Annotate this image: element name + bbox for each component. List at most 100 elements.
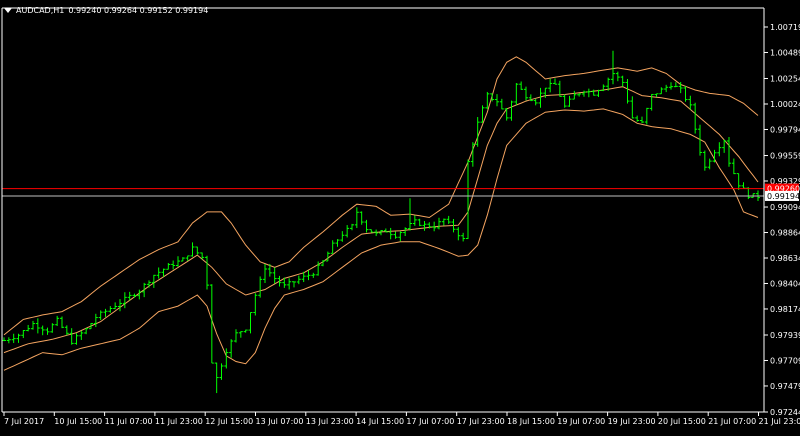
- candle[interactable]: [355, 207, 359, 228]
- candle[interactable]: [466, 159, 470, 239]
- candle[interactable]: [655, 94, 659, 97]
- candle[interactable]: [394, 232, 398, 239]
- candle[interactable]: [229, 339, 233, 358]
- candle[interactable]: [626, 79, 630, 103]
- candle[interactable]: [476, 117, 480, 147]
- candle[interactable]: [418, 219, 422, 226]
- candle[interactable]: [514, 83, 518, 105]
- candle[interactable]: [703, 151, 707, 171]
- candle[interactable]: [659, 87, 663, 94]
- candle[interactable]: [369, 229, 373, 232]
- candle[interactable]: [224, 348, 228, 368]
- candle[interactable]: [742, 182, 746, 188]
- candle[interactable]: [191, 242, 195, 256]
- chart-area[interactable]: 1.007191.004891.002541.000240.997940.995…: [0, 0, 800, 432]
- candle[interactable]: [534, 99, 538, 105]
- candle[interactable]: [41, 326, 45, 336]
- candle[interactable]: [36, 318, 40, 333]
- candle[interactable]: [461, 233, 465, 242]
- candle[interactable]: [635, 116, 639, 122]
- candle[interactable]: [495, 94, 499, 106]
- candle[interactable]: [732, 159, 736, 175]
- candle[interactable]: [104, 309, 108, 317]
- candle[interactable]: [727, 137, 731, 167]
- candle[interactable]: [65, 325, 69, 335]
- candle[interactable]: [616, 72, 620, 82]
- candle[interactable]: [365, 220, 369, 233]
- candle[interactable]: [336, 239, 340, 247]
- candle[interactable]: [46, 328, 50, 335]
- candle[interactable]: [630, 96, 634, 118]
- price-chart[interactable]: 1.007191.004891.002541.000240.997940.995…: [0, 0, 800, 432]
- candle[interactable]: [307, 270, 311, 280]
- candle[interactable]: [519, 81, 523, 89]
- candle[interactable]: [118, 299, 122, 311]
- candle[interactable]: [50, 323, 54, 333]
- candle[interactable]: [582, 91, 586, 97]
- candle[interactable]: [572, 91, 576, 99]
- candle[interactable]: [423, 221, 427, 231]
- candle[interactable]: [234, 329, 238, 342]
- candle[interactable]: [360, 211, 364, 224]
- candle[interactable]: [70, 328, 74, 345]
- candle[interactable]: [717, 142, 721, 156]
- candle[interactable]: [340, 231, 344, 242]
- candle[interactable]: [17, 334, 21, 343]
- candle[interactable]: [278, 276, 282, 287]
- candle[interactable]: [108, 306, 112, 313]
- candle[interactable]: [157, 267, 161, 278]
- candle[interactable]: [505, 108, 509, 121]
- candle[interactable]: [273, 267, 277, 283]
- candle[interactable]: [195, 247, 199, 255]
- candle[interactable]: [688, 96, 692, 110]
- candle[interactable]: [79, 331, 83, 340]
- candle[interactable]: [568, 96, 572, 107]
- candle[interactable]: [287, 278, 291, 289]
- candle[interactable]: [548, 79, 552, 93]
- candle[interactable]: [737, 174, 741, 190]
- candle[interactable]: [166, 263, 170, 269]
- candle[interactable]: [664, 85, 668, 92]
- candle[interactable]: [611, 51, 615, 84]
- candle[interactable]: [55, 316, 59, 326]
- candle[interactable]: [244, 330, 248, 333]
- candle[interactable]: [133, 294, 137, 298]
- candle[interactable]: [26, 325, 30, 331]
- candle[interactable]: [447, 216, 451, 224]
- candle[interactable]: [350, 224, 354, 230]
- candle[interactable]: [645, 108, 649, 125]
- candle[interactable]: [398, 231, 402, 241]
- candle[interactable]: [181, 257, 185, 261]
- candle[interactable]: [75, 333, 79, 345]
- candle[interactable]: [587, 89, 591, 98]
- candle[interactable]: [152, 275, 156, 288]
- candle[interactable]: [524, 87, 528, 101]
- candle[interactable]: [205, 256, 209, 290]
- candle[interactable]: [142, 283, 146, 297]
- candle[interactable]: [99, 310, 103, 320]
- candle[interactable]: [171, 261, 175, 270]
- candle[interactable]: [500, 99, 504, 109]
- candle[interactable]: [239, 331, 243, 337]
- candle[interactable]: [345, 225, 349, 237]
- candle[interactable]: [60, 317, 64, 329]
- candle[interactable]: [693, 103, 697, 134]
- candle[interactable]: [220, 363, 224, 380]
- candle[interactable]: [621, 76, 625, 87]
- candle[interactable]: [331, 240, 335, 253]
- candle[interactable]: [389, 228, 393, 239]
- candle[interactable]: [297, 276, 301, 285]
- candle[interactable]: [311, 273, 315, 278]
- candle[interactable]: [379, 230, 383, 235]
- candle[interactable]: [563, 94, 567, 107]
- candle[interactable]: [510, 101, 514, 121]
- candle[interactable]: [442, 219, 446, 226]
- candle[interactable]: [413, 215, 417, 225]
- candle[interactable]: [147, 280, 151, 287]
- candle[interactable]: [437, 218, 441, 230]
- candle[interactable]: [113, 302, 117, 309]
- candle[interactable]: [31, 321, 35, 330]
- candle[interactable]: [456, 227, 460, 240]
- candle[interactable]: [708, 159, 712, 170]
- candle[interactable]: [123, 292, 127, 308]
